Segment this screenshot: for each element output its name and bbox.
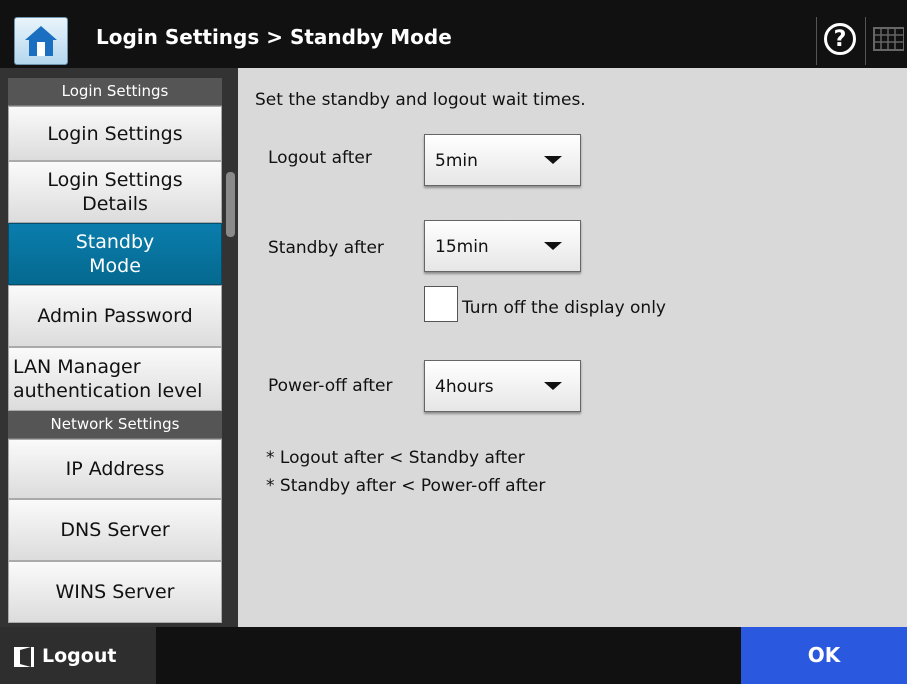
- sidebar-menu: Login Settings Login Settings Login Sett…: [8, 68, 222, 627]
- page-description: Set the standby and logout wait times.: [255, 90, 586, 110]
- logout-label: Logout: [42, 645, 117, 667]
- sidebar-item-label: Standby Mode: [75, 231, 155, 277]
- logout-button[interactable]: Logout: [0, 627, 156, 684]
- logout-icon: [14, 647, 34, 667]
- ok-button[interactable]: OK: [741, 627, 907, 684]
- help-button[interactable]: ?: [816, 17, 866, 65]
- title-bar: Login Settings > Standby Mode ?: [0, 0, 907, 68]
- page-title: Login Settings > Standby Mode: [96, 25, 452, 49]
- sidebar-item-wins-server[interactable]: WINS Server: [8, 561, 222, 623]
- sidebar-item-dns-server[interactable]: DNS Server: [8, 499, 222, 561]
- keyboard-icon: [873, 27, 904, 51]
- logout-after-select[interactable]: 5min: [424, 134, 581, 186]
- sidebar-item-label: WINS Server: [55, 581, 175, 603]
- sidebar-section-network-settings: Network Settings: [8, 411, 222, 439]
- settings-panel: Set the standby and logout wait times. L…: [238, 68, 907, 627]
- standby-after-label: Standby after: [268, 238, 384, 258]
- sidebar-item-standby-mode[interactable]: Standby Mode: [8, 223, 222, 285]
- sidebar-scrollbar[interactable]: [222, 68, 238, 627]
- sidebar: Login Settings Login Settings Login Sett…: [0, 68, 238, 627]
- help-icon: ?: [824, 23, 856, 55]
- sidebar-item-label: Admin Password: [37, 305, 193, 327]
- sidebar-item-login-settings[interactable]: Login Settings: [8, 106, 222, 161]
- sidebar-item-label: DNS Server: [60, 519, 170, 541]
- display-only-label: Turn off the display only: [462, 298, 666, 318]
- standby-after-select[interactable]: 15min: [424, 220, 581, 272]
- standby-after-value: 15min: [435, 237, 489, 257]
- home-button[interactable]: [14, 17, 68, 65]
- logout-after-label: Logout after: [268, 148, 372, 168]
- note-line: * Standby after < Power-off after: [266, 476, 546, 496]
- sidebar-section-login-settings: Login Settings: [8, 78, 222, 106]
- sidebar-item-label: IP Address: [65, 458, 165, 480]
- power-off-after-value: 4hours: [435, 377, 494, 397]
- chevron-down-icon: [544, 156, 562, 164]
- sidebar-item-login-settings-details[interactable]: Login Settings Details: [8, 161, 222, 223]
- sidebar-item-admin-password[interactable]: Admin Password: [8, 285, 222, 347]
- sidebar-scroll-thumb[interactable]: [226, 172, 235, 237]
- sidebar-item-label: LAN Manager authentication level: [13, 356, 203, 402]
- sidebar-item-label: Login Settings Details: [47, 169, 183, 215]
- home-icon: [25, 26, 57, 56]
- sidebar-item-ip-address[interactable]: IP Address: [8, 439, 222, 499]
- keyboard-button[interactable]: [868, 17, 907, 65]
- note-line: * Logout after < Standby after: [266, 448, 525, 468]
- power-off-after-label: Power-off after: [268, 376, 393, 396]
- footer-bar: Logout OK: [0, 627, 907, 684]
- chevron-down-icon: [544, 242, 562, 250]
- logout-after-value: 5min: [435, 151, 478, 171]
- display-only-checkbox[interactable]: [424, 286, 458, 322]
- power-off-after-select[interactable]: 4hours: [424, 360, 581, 412]
- sidebar-item-lan-manager[interactable]: LAN Manager authentication level: [8, 347, 222, 411]
- chevron-down-icon: [544, 382, 562, 390]
- sidebar-item-label: Login Settings: [47, 122, 183, 145]
